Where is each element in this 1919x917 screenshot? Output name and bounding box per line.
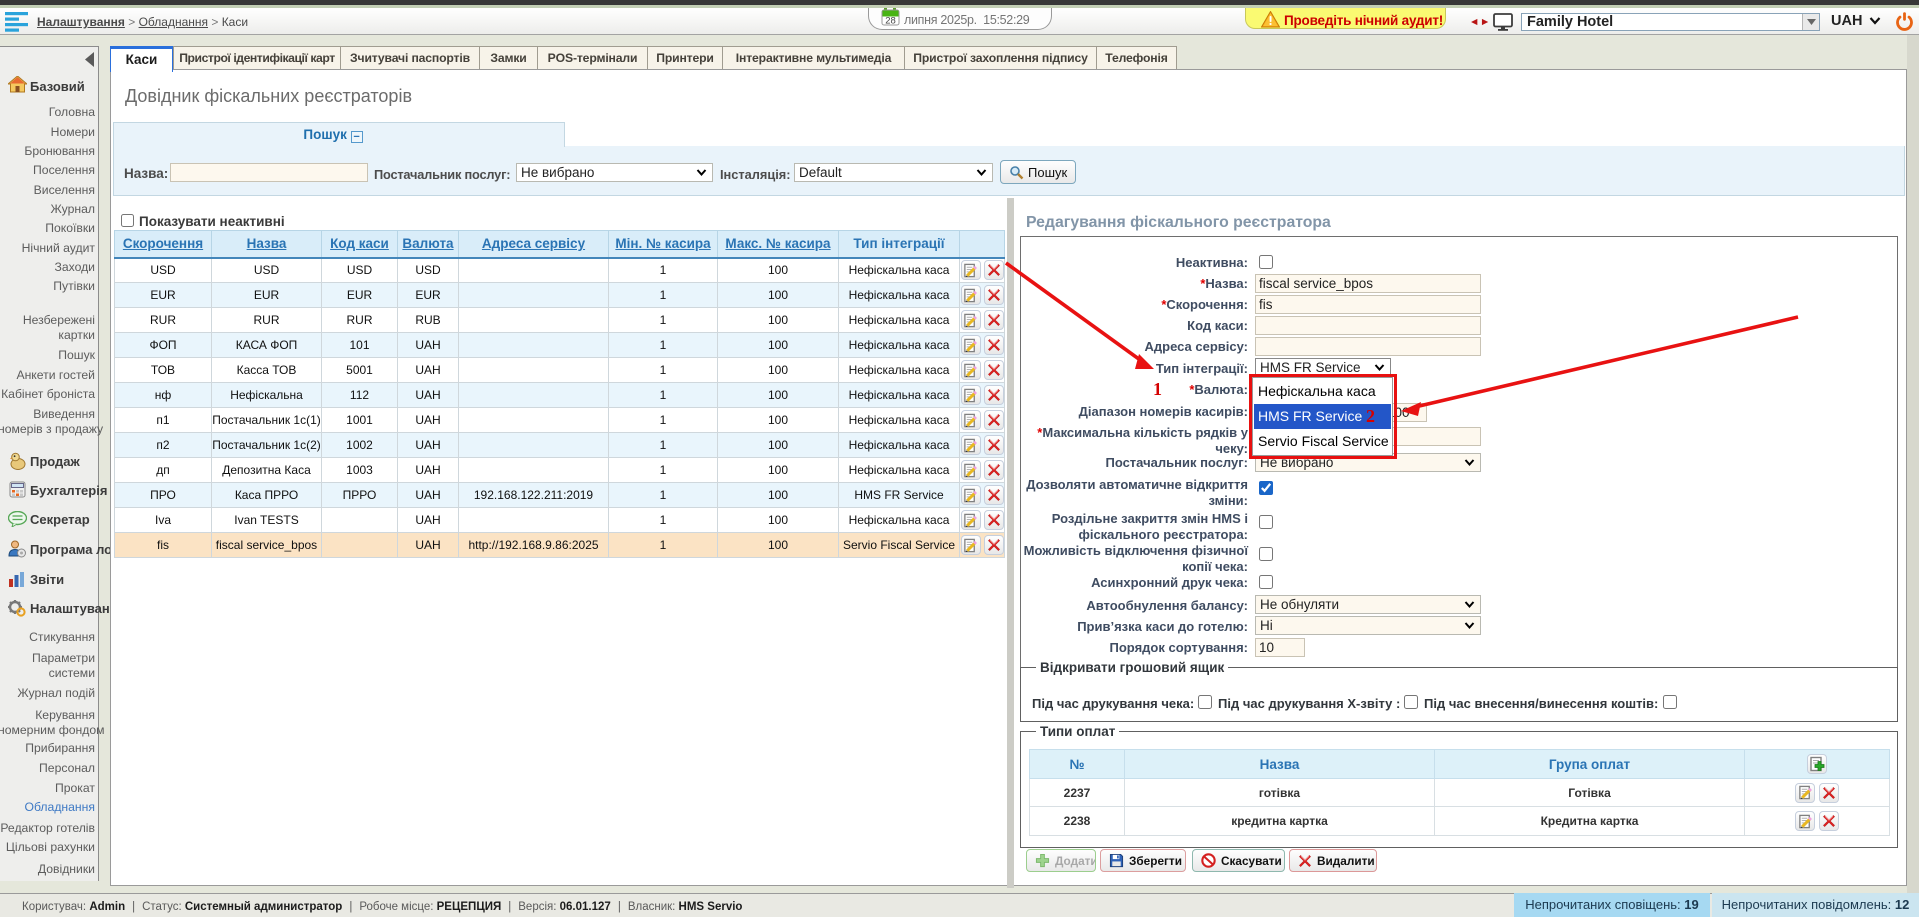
svg-text:28: 28 — [885, 16, 896, 27]
